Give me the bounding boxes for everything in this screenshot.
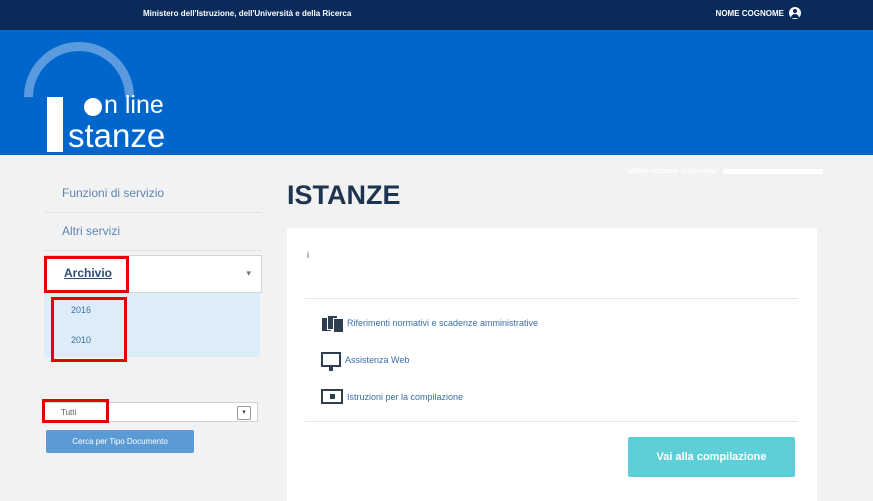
highlight-years (51, 297, 127, 362)
istanze-online-logo[interactable]: n line stanze (1, 19, 224, 175)
divider (305, 421, 798, 422)
monitor-icon (321, 352, 341, 371)
main-card: i Riferimenti normativi e scadenze ammin… (287, 228, 817, 501)
highlight-archivio (44, 256, 129, 293)
info-text: i (307, 250, 309, 260)
search-by-type-button[interactable]: Cerca per Tipo Documento (46, 430, 194, 453)
last-access-label: ultimo accesso al Servizio: (628, 168, 718, 175)
logo-online-text: n line (104, 91, 164, 119)
last-access: ultimo accesso al Servizio: (628, 168, 824, 175)
chevron-down-icon: ▾ (237, 406, 251, 420)
user-circle-icon (789, 7, 801, 19)
sidebar-item-altri-servizi[interactable]: Altri servizi (44, 213, 262, 251)
page-title: ISTANZE (287, 180, 401, 210)
documents-icon (321, 314, 344, 333)
sidebar: Funzioni di servizio Altri servizi Archi… (44, 175, 262, 362)
link-riferimenti[interactable]: Riferimenti normativi e scadenze amminis… (321, 314, 539, 333)
header-banner: n line stanze ultimo accesso al Servizio… (0, 19, 873, 175)
highlight-select (42, 399, 109, 423)
ministry-name: Ministero dell'Istruzione, dell'Universi… (143, 9, 352, 18)
link-riferimenti-label: Riferimenti normativi e scadenze amminis… (347, 318, 539, 328)
user-name: NOME COGNOME (715, 8, 784, 18)
vai-alla-compilazione-button[interactable]: Vai alla compilazione (628, 437, 795, 477)
link-istruzioni-label: Istruzioni per la compilazione (347, 391, 464, 402)
top-bar: Ministero dell'Istruzione, dell'Universi… (0, 0, 873, 30)
link-assistenza-label: Assistenza Web (345, 354, 410, 365)
logo-i-bar (47, 97, 63, 152)
user-menu[interactable]: NOME COGNOME (716, 7, 801, 19)
logo-istanze-text: stanze (68, 117, 166, 154)
sidebar-item-funzioni[interactable]: Funzioni di servizio (44, 175, 262, 213)
chevron-down-icon: ▾ (246, 268, 251, 278)
link-istruzioni[interactable]: Istruzioni per la compilazione (321, 389, 463, 404)
redacted-date (723, 169, 824, 174)
logo-o-dot (84, 98, 102, 116)
screen-icon (321, 389, 343, 404)
divider (305, 298, 798, 299)
link-assistenza[interactable]: Assistenza Web (321, 352, 410, 371)
